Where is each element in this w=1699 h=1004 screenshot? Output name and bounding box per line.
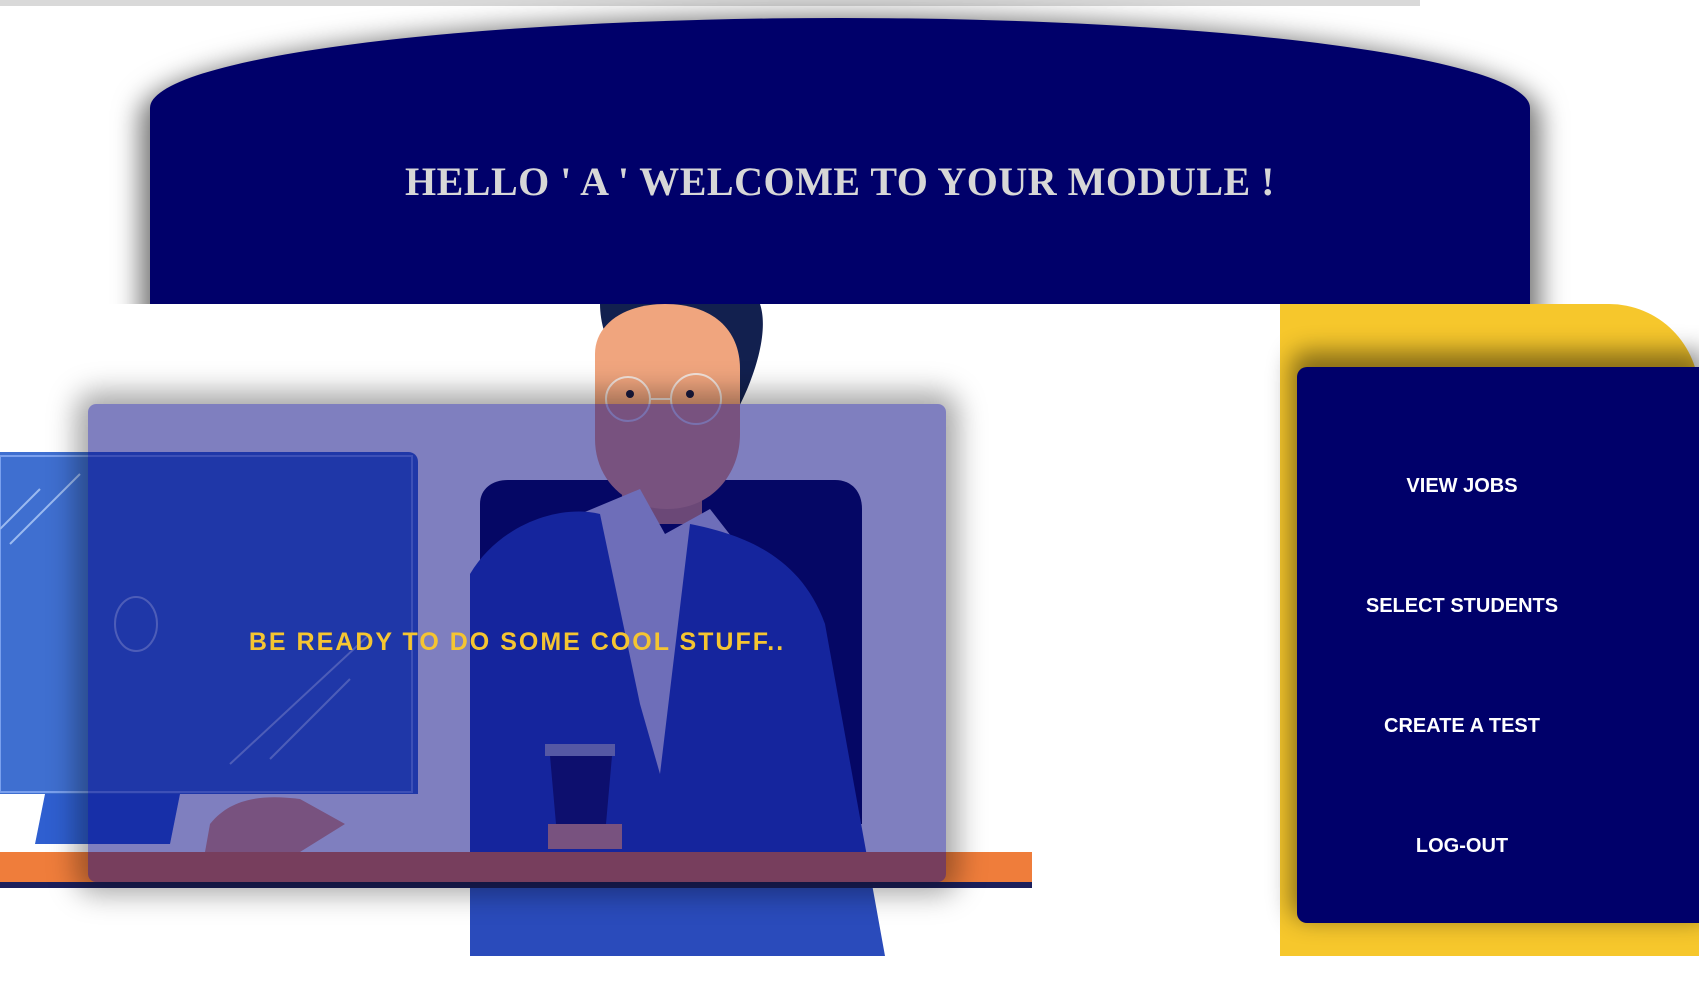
menu-item-create-test[interactable]: CREATE A TEST: [1297, 706, 1627, 746]
menu-item-log-out[interactable]: LOG-OUT: [1297, 826, 1627, 866]
welcome-header: HELLO ' A ' WELCOME TO YOUR MODULE !: [150, 18, 1530, 318]
hero-card: BE READY TO DO SOME COOL STUFF..: [88, 404, 946, 882]
welcome-title: HELLO ' A ' WELCOME TO YOUR MODULE !: [405, 159, 1275, 204]
side-menu: VIEW JOBS SELECT STUDENTS CREATE A TEST …: [1297, 367, 1699, 923]
menu-item-select-students[interactable]: SELECT STUDENTS: [1297, 586, 1627, 626]
hero-tagline: BE READY TO DO SOME COOL STUFF..: [248, 628, 786, 656]
main-panel: BE READY TO DO SOME COOL STUFF.. VIEW JO…: [0, 304, 1699, 1004]
browser-top-line: [0, 0, 1420, 6]
menu-item-view-jobs[interactable]: VIEW JOBS: [1297, 466, 1627, 506]
